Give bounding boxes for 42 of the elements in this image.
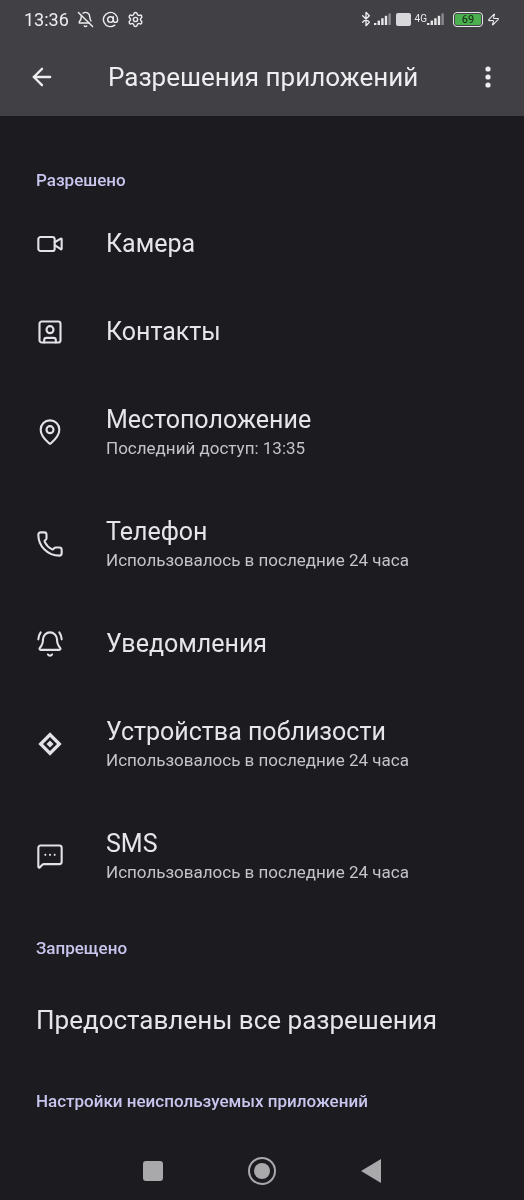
permission-subtitle: Использовалось в последние 24 часа bbox=[106, 749, 409, 772]
bell-off-icon bbox=[76, 10, 94, 28]
permission-subtitle: Использовалось в последние 24 часа bbox=[106, 861, 409, 884]
phone-icon bbox=[36, 530, 64, 558]
permission-item[interactable]: Контакты bbox=[0, 288, 524, 376]
home-button[interactable] bbox=[248, 1157, 276, 1185]
unused-apps-settings-link[interactable]: Настройки неиспользуемых приложений bbox=[0, 1090, 524, 1112]
permission-title: Устройства поблизости bbox=[106, 716, 387, 748]
section-header: Разрешено bbox=[35, 169, 127, 192]
gear-icon bbox=[126, 10, 144, 28]
more-options-icon bbox=[485, 66, 491, 88]
network-type: 4G bbox=[414, 14, 427, 24]
permission-title: Камера bbox=[106, 228, 196, 260]
charging-icon bbox=[487, 12, 500, 26]
permission-item[interactable]: Камера bbox=[0, 200, 524, 288]
empty-note: Предоставлены все разрешения bbox=[35, 1004, 438, 1037]
contact-card-icon bbox=[36, 318, 64, 346]
permission-item[interactable]: Устройства поблизости Использовалось в последние 24 часа bbox=[0, 688, 524, 800]
permission-title: Телефон bbox=[106, 516, 209, 548]
permission-title: Местоположение bbox=[106, 404, 312, 436]
permission-title: Контакты bbox=[106, 316, 221, 348]
back-nav-icon[interactable] bbox=[361, 1159, 382, 1183]
chat-bubble-icon bbox=[36, 842, 64, 870]
section-header: Запрещено bbox=[35, 937, 129, 960]
diamond-icon bbox=[36, 730, 64, 758]
status-time: 13:36 bbox=[24, 7, 69, 32]
signal-icon bbox=[427, 13, 445, 25]
at-sign-icon bbox=[101, 10, 119, 28]
signal-icon bbox=[373, 13, 392, 25]
permission-item[interactable]: Уведомления bbox=[0, 600, 524, 688]
battery-level: 69 bbox=[453, 11, 483, 27]
permission-item[interactable]: SMS Использовалось в последние 24 часа bbox=[0, 800, 524, 912]
recents-button[interactable] bbox=[142, 1161, 163, 1181]
bell-icon bbox=[36, 630, 64, 658]
permission-item[interactable]: Местоположение Последний доступ: 13:35 bbox=[0, 376, 524, 488]
permission-subtitle: Последний доступ: 13:35 bbox=[106, 437, 307, 460]
permission-title: Уведомления bbox=[106, 628, 268, 660]
permission-subtitle: Использовалось в последние 24 часа bbox=[106, 549, 409, 572]
volte-icon bbox=[395, 12, 411, 26]
permission-title: SMS bbox=[106, 828, 159, 860]
screen-title: Разрешения приложений bbox=[108, 60, 419, 94]
permission-item[interactable]: Телефон Использовалось в последние 24 часа bbox=[0, 488, 524, 600]
